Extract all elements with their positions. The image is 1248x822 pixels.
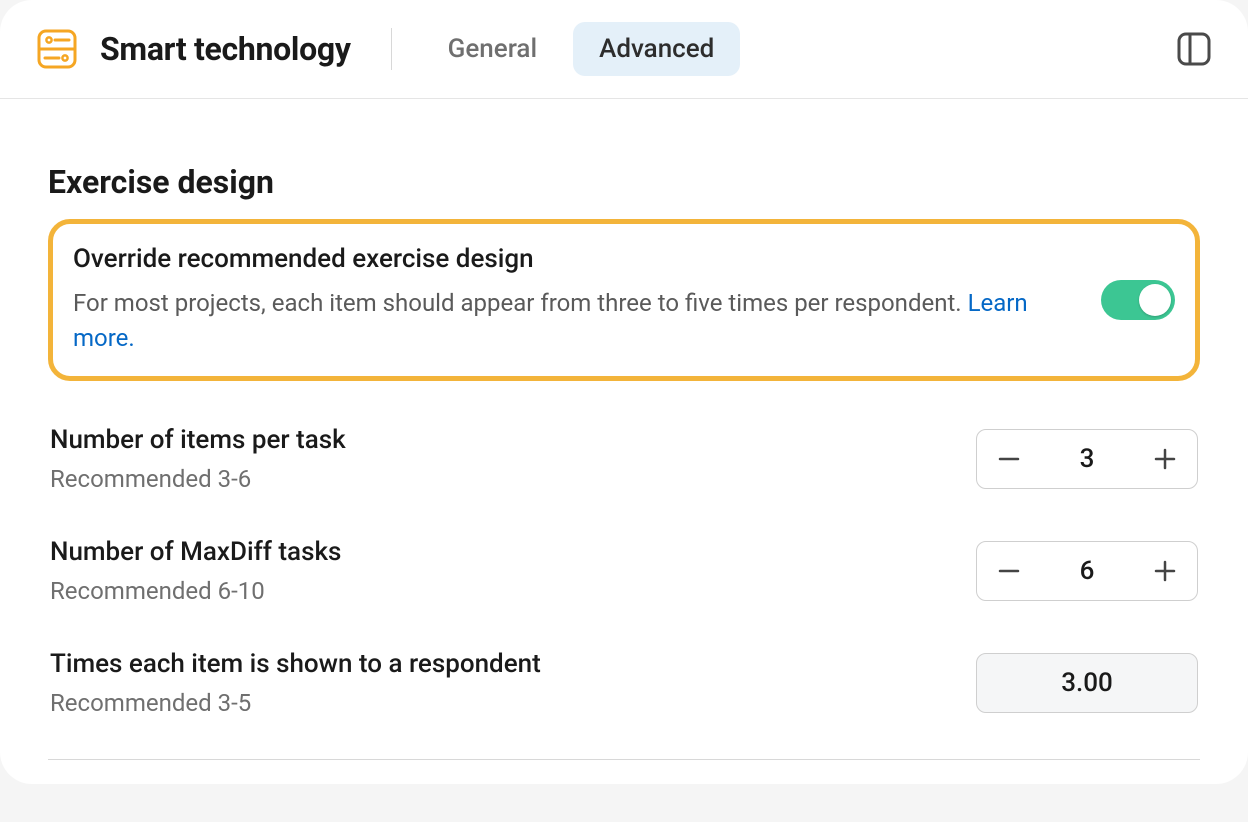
items-per-task-decrement[interactable]	[977, 430, 1041, 488]
tab-bar: General Advanced	[422, 22, 741, 76]
section-title: Exercise design	[48, 163, 1200, 201]
maxdiff-tasks-increment[interactable]	[1133, 542, 1197, 600]
smart-technology-icon	[36, 28, 78, 70]
times-shown-value: 3.00	[976, 653, 1198, 713]
divider-vertical	[391, 28, 392, 70]
maxdiff-tasks-stepper: 6	[976, 541, 1198, 601]
items-per-task-increment[interactable]	[1133, 430, 1197, 488]
items-per-task-title: Number of items per task	[50, 425, 948, 455]
tab-advanced[interactable]: Advanced	[573, 22, 740, 76]
content-area: Exercise design Override recommended exe…	[0, 99, 1248, 784]
maxdiff-tasks-value[interactable]: 6	[1041, 556, 1133, 586]
maxdiff-tasks-decrement[interactable]	[977, 542, 1041, 600]
items-per-task-stepper: 3	[976, 429, 1198, 489]
row-maxdiff-tasks-labels: Number of MaxDiff tasks Recommended 6-10	[50, 537, 948, 605]
override-description: For most projects, each item should appe…	[73, 286, 1053, 356]
maxdiff-tasks-sub: Recommended 6-10	[50, 577, 948, 605]
override-description-text: For most projects, each item should appe…	[73, 289, 968, 317]
divider-horizontal	[48, 759, 1200, 760]
row-times-shown-labels: Times each item is shown to a respondent…	[50, 649, 948, 717]
times-shown-title: Times each item is shown to a respondent	[50, 649, 948, 679]
title-group: Smart technology	[36, 28, 351, 70]
override-title: Override recommended exercise design	[73, 244, 1053, 274]
override-highlight-box: Override recommended exercise design For…	[48, 219, 1200, 381]
tab-general[interactable]: General	[422, 22, 563, 76]
row-items-per-task-labels: Number of items per task Recommended 3-6	[50, 425, 948, 493]
row-items-per-task: Number of items per task Recommended 3-6…	[48, 403, 1200, 515]
times-shown-sub: Recommended 3-5	[50, 689, 948, 717]
toggle-knob	[1139, 284, 1171, 316]
items-per-task-sub: Recommended 3-6	[50, 465, 948, 493]
maxdiff-tasks-title: Number of MaxDiff tasks	[50, 537, 948, 567]
page-title: Smart technology	[100, 30, 351, 68]
settings-window: Smart technology General Advanced Exerci…	[0, 0, 1248, 784]
row-times-shown: Times each item is shown to a respondent…	[48, 627, 1200, 739]
header-bar: Smart technology General Advanced	[0, 0, 1248, 99]
row-maxdiff-tasks: Number of MaxDiff tasks Recommended 6-10…	[48, 515, 1200, 627]
items-per-task-value[interactable]: 3	[1041, 444, 1133, 474]
panel-toggle-icon[interactable]	[1176, 31, 1212, 67]
override-text: Override recommended exercise design For…	[73, 244, 1053, 356]
override-toggle[interactable]	[1101, 280, 1175, 320]
